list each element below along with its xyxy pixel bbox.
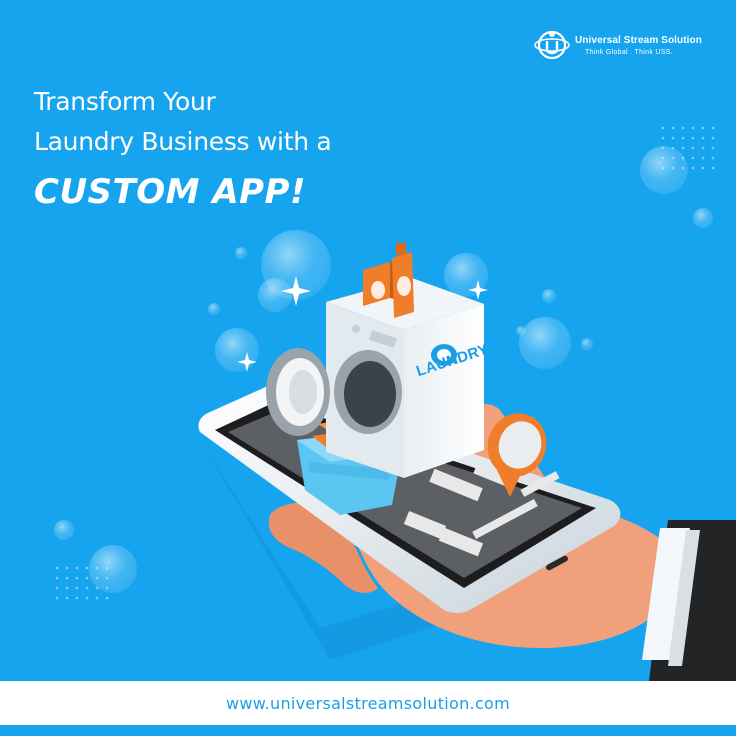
bottom-strip (0, 725, 736, 736)
brand-lockup[interactable]: Universal Stream Solution Think Global .… (534, 27, 702, 63)
headline-line-1: Transform Your (34, 87, 216, 116)
brand-tagline: Think Global . Think USS. (585, 48, 673, 56)
brand-name: Universal Stream Solution (575, 34, 702, 46)
headline-line-2: Laundry Business with a (34, 127, 332, 156)
headline-line-3: CUSTOM APP! (34, 172, 306, 212)
footer-bar: www.universalstreamsolution.com (0, 681, 736, 725)
promo-banner: LAUNDRY Transform Your Laundry Business … (0, 0, 736, 736)
website-link[interactable]: www.universalstreamsolution.com (226, 694, 510, 713)
uss-logo-icon (534, 30, 570, 60)
headline: Transform Your Laundry Business with a C… (34, 82, 332, 212)
